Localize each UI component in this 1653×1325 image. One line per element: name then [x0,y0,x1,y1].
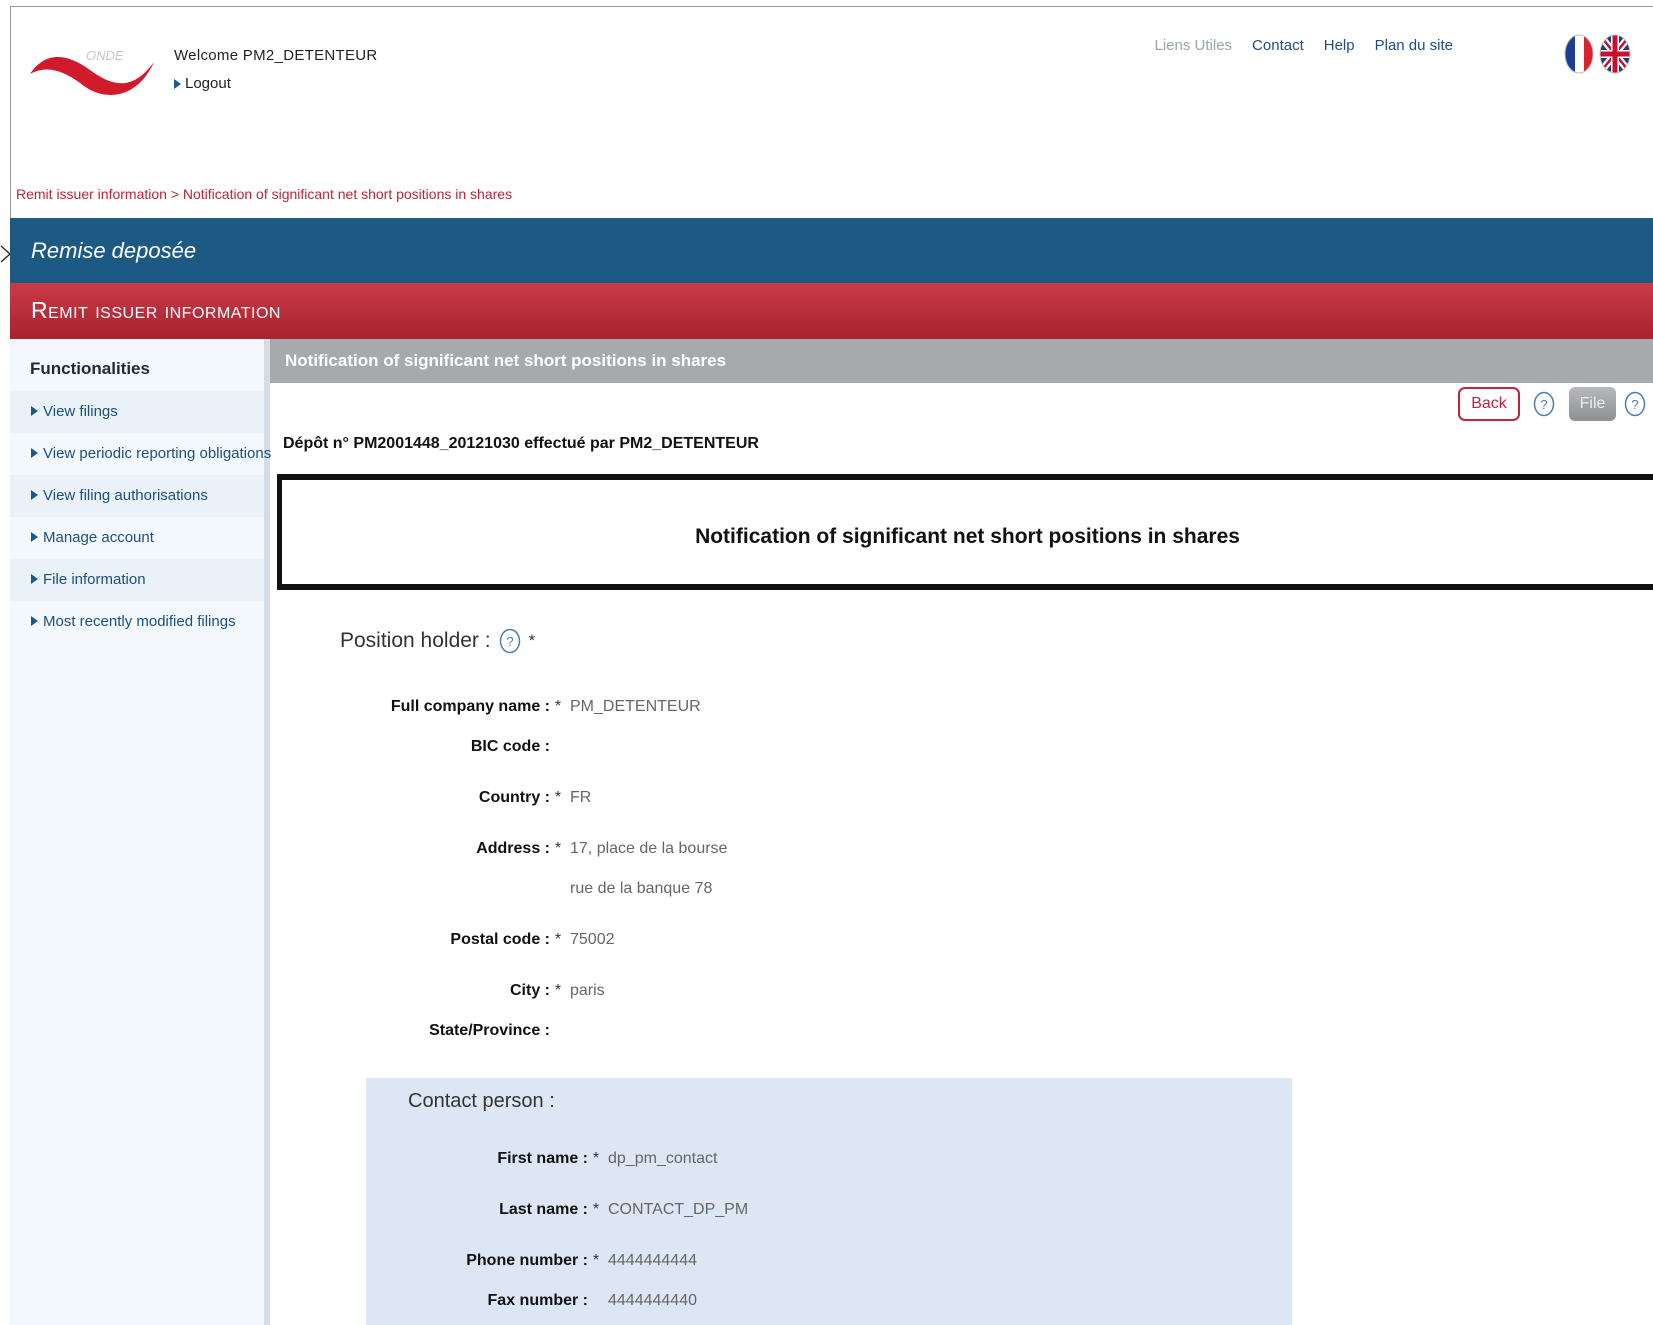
sidebar: Functionalities View filings View period… [10,339,271,1325]
triangle-icon [31,490,38,500]
triangle-icon [31,574,38,584]
link-plan-du-site[interactable]: Plan du site [1375,37,1453,54]
field-bic-code: BIC code : [470,738,550,755]
link-contact[interactable]: Contact [1252,37,1304,54]
welcome-text: Welcome PM2_DETENTEUR [174,47,378,64]
main-header: Notification of significant net short po… [270,339,1653,383]
field-first-name: First name : * dp_pm_contact [497,1150,718,1167]
sidebar-item-view-filings[interactable]: View filings [10,391,264,433]
required-marker: * [592,1150,600,1167]
sidebar-item-view-filing-authorisations[interactable]: View filing authorisations [10,475,264,517]
required-marker: * [592,1252,600,1269]
section-banner: Remit issuer information [10,283,1653,339]
required-marker: * [554,789,562,806]
file-button[interactable]: File [1569,387,1616,421]
link-help[interactable]: Help [1324,37,1355,54]
field-fax-number: Fax number : 4444444440 [487,1292,697,1309]
deposit-info: Dépôt n° PM2001448_20121030 effectué par… [283,435,759,452]
help-icon[interactable]: ? [1624,391,1646,417]
logout-link[interactable]: Logout [174,75,231,92]
logout-label: Logout [185,75,231,92]
field-address: Address : * 17, place de la bourse [476,840,728,857]
svg-text:?: ? [1540,397,1547,412]
status-banner: Remise deposée [10,218,1653,283]
sidebar-item-view-periodic-reporting[interactable]: View periodic reporting obligations [10,433,271,475]
sidebar-item-label: View periodic reporting obligations [43,445,272,462]
sidebar-item-most-recently-modified[interactable]: Most recently modified filings [10,601,264,643]
top-links: Liens Utiles Contact Help Plan du site [1155,37,1454,54]
triangle-icon [31,406,38,416]
required-marker: * [554,931,562,948]
sidebar-item-label: Most recently modified filings [43,613,236,630]
sidebar-item-label: File information [43,571,146,588]
sidebar-item-label: View filing authorisations [43,487,208,504]
field-postal-code: Postal code : * 75002 [450,931,615,948]
required-marker: * [528,631,536,650]
position-holder-label: Position holder : [340,629,491,652]
contact-person-title: Contact person : [408,1090,555,1112]
help-icon[interactable]: ? [499,628,521,654]
triangle-icon [31,532,38,542]
field-city: City : * paris [510,982,605,999]
sidebar-item-label: View filings [43,403,118,420]
triangle-icon [174,78,181,89]
required-marker: * [554,982,562,999]
field-full-company-name: Full company name : * PM_DETENTEUR [390,698,701,715]
required-marker: * [592,1201,600,1218]
svg-text:?: ? [506,634,513,649]
back-button[interactable]: Back [1458,387,1520,421]
field-last-name: Last name : * CONTACT_DP_PM [499,1201,749,1218]
french-flag-icon[interactable] [1562,33,1596,75]
required-marker: * [554,698,562,715]
svg-text:ONDE: ONDE [86,48,124,63]
link-liens-utiles[interactable]: Liens Utiles [1155,37,1233,54]
breadcrumb[interactable]: Remit issuer information > Notification … [16,186,512,202]
form-title: Notification of significant net short po… [277,474,1653,590]
sidebar-title: Functionalities [30,359,150,378]
sidebar-item-manage-account[interactable]: Manage account [10,517,264,559]
help-icon[interactable]: ? [1533,391,1555,417]
onde-logo: ONDE [30,48,154,95]
triangle-icon [31,448,38,458]
sidebar-item-label: Manage account [43,529,154,546]
svg-text:?: ? [1631,397,1638,412]
sidebar-item-file-information[interactable]: File information [10,559,264,601]
field-state-province: State/Province : [429,1022,550,1039]
triangle-icon [31,616,38,626]
required-marker: * [554,840,562,857]
field-country: Country : * FR [478,789,592,806]
field-phone-number: Phone number : * 4444444444 [466,1252,697,1269]
uk-flag-icon[interactable] [1598,33,1632,75]
field-address-line-2: rue de la banque 78 [570,880,713,897]
contact-person-panel: Contact person : First name : * dp_pm_co… [366,1078,1292,1325]
position-holder-title: Position holder : ? * [340,628,535,654]
